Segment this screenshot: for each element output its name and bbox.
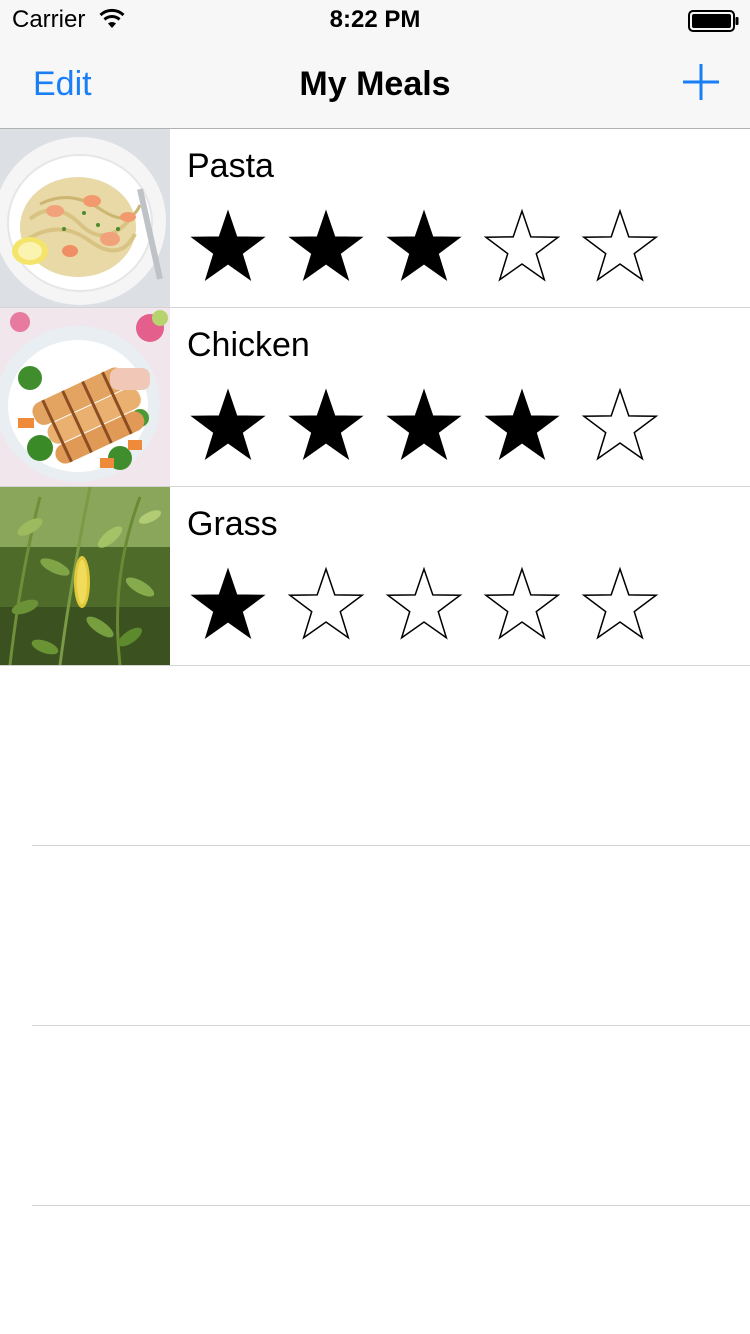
- empty-row: [0, 1026, 750, 1206]
- rating-control: [188, 207, 668, 287]
- star-empty-icon[interactable]: [580, 207, 660, 287]
- grass-photo: [0, 487, 170, 665]
- battery-icon: [688, 10, 739, 32]
- meal-name: Pasta: [187, 147, 274, 185]
- empty-row: [0, 846, 750, 1026]
- meals-table: Pasta Chicken Grass: [0, 129, 750, 1206]
- empty-row: [0, 666, 750, 846]
- meal-name: Chicken: [187, 326, 310, 364]
- star-empty-icon[interactable]: [580, 565, 660, 645]
- page-title: My Meals: [299, 65, 451, 103]
- row-separator: [32, 1205, 750, 1206]
- meal-name: Grass: [187, 505, 278, 543]
- star-filled-icon[interactable]: [384, 386, 464, 466]
- star-filled-icon[interactable]: [482, 386, 562, 466]
- table-row[interactable]: Chicken: [0, 308, 750, 487]
- star-filled-icon[interactable]: [286, 207, 366, 287]
- status-bar: Carrier 8:22 PM: [0, 0, 750, 40]
- star-empty-icon[interactable]: [482, 207, 562, 287]
- star-empty-icon[interactable]: [286, 565, 366, 645]
- rating-control: [188, 565, 668, 645]
- rating-control: [188, 386, 668, 466]
- plus-icon[interactable]: [680, 61, 722, 103]
- table-row[interactable]: Grass: [0, 487, 750, 666]
- edit-button[interactable]: Edit: [33, 64, 92, 104]
- star-filled-icon[interactable]: [188, 565, 268, 645]
- star-filled-icon[interactable]: [286, 386, 366, 466]
- status-time: 8:22 PM: [329, 6, 421, 33]
- star-empty-icon[interactable]: [482, 565, 562, 645]
- star-empty-icon[interactable]: [384, 565, 464, 645]
- star-filled-icon[interactable]: [188, 207, 268, 287]
- table-row[interactable]: Pasta: [0, 129, 750, 308]
- navigation-bar: Edit My Meals: [0, 40, 750, 129]
- chicken-photo: [0, 308, 170, 486]
- star-empty-icon[interactable]: [580, 386, 660, 466]
- star-filled-icon[interactable]: [188, 386, 268, 466]
- pasta-photo: [0, 129, 170, 307]
- star-filled-icon[interactable]: [384, 207, 464, 287]
